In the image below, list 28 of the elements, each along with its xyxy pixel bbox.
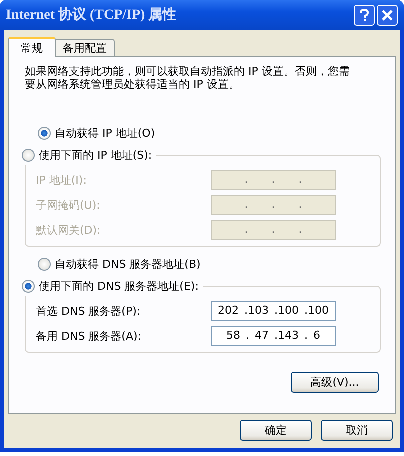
cancel-button[interactable]: 取消 <box>321 420 393 441</box>
field-label: IP 地址(I): <box>36 172 87 188</box>
close-button[interactable] <box>377 4 398 26</box>
close-icon <box>381 8 394 22</box>
radio-label: 使用下面的 DNS 服务器地址(E): <box>39 278 199 294</box>
field-label: 备用 DNS 服务器(A): <box>36 328 142 344</box>
radio-button[interactable] <box>38 126 51 140</box>
window-title: Internet 协议 (TCP/IP) 属性 <box>6 6 177 24</box>
ok-button[interactable]: 确定 <box>240 420 312 441</box>
description-text: 如果网络支持此功能，则可以获取自动指派的 IP 设置。否则，您需要从网络系统管理员处获得适当的 IP 设置。 <box>25 65 351 91</box>
ip-address-field[interactable]: 202 .103 .100 .100 <box>211 301 336 321</box>
radio-option[interactable]: 自动获得 IP 地址(O) <box>38 123 381 143</box>
radio-button[interactable] <box>22 280 35 292</box>
ip-address-field[interactable]: 58 . 47 .143 . 6 <box>211 326 336 346</box>
help-icon <box>357 8 372 22</box>
radio-label: 使用下面的 IP 地址(S): <box>39 148 152 162</box>
radio-option[interactable]: 自动获得 DNS 服务器地址(B) <box>38 254 381 274</box>
tab[interactable]: 备用配置 <box>55 39 115 56</box>
field-label: 首选 DNS 服务器(P): <box>36 304 141 318</box>
tab[interactable]: 常规 <box>8 37 56 57</box>
advanced-button[interactable]: 高级(V)... <box>291 372 379 393</box>
help-button[interactable] <box>354 4 375 26</box>
radio-button[interactable] <box>38 258 51 270</box>
radio-label: 自动获得 IP 地址(O) <box>55 126 156 140</box>
field-label: 子网掩码(U): <box>36 198 100 212</box>
field-label: 默认网关(D): <box>36 222 101 238</box>
radio-label: 自动获得 DNS 服务器地址(B) <box>55 256 201 272</box>
radio-button[interactable] <box>22 148 35 162</box>
